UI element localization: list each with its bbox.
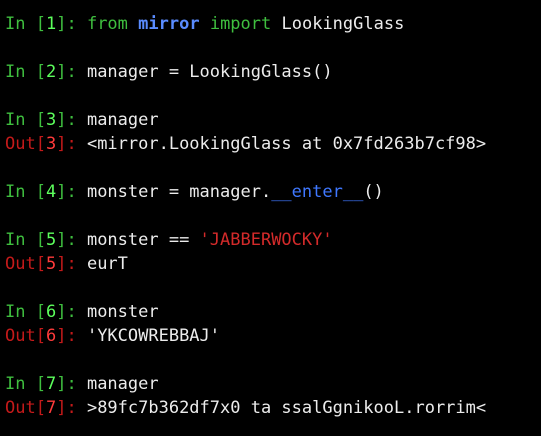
out-prompt-label: Out xyxy=(5,326,36,346)
in-prompt-number: 2 xyxy=(45,62,57,82)
out-prompt-number: 5 xyxy=(45,254,57,274)
imported-name: LookingGlass xyxy=(281,14,405,34)
input-code: manager xyxy=(86,110,159,130)
in-prompt-label: In xyxy=(5,62,36,82)
in-prompt-label: In xyxy=(5,302,36,322)
output-line-3: Out[3]: <mirror.LookingGlass at 0x7fd263… xyxy=(5,134,487,154)
input-line-2[interactable]: In [2]: manager = LookingGlass() xyxy=(5,60,537,84)
ipython-console: In [1]: from mirror import LookingGlass … xyxy=(5,12,537,420)
in-prompt-label: In xyxy=(5,374,36,394)
keyword-import: import xyxy=(209,14,272,34)
keyword-from: from xyxy=(86,14,128,34)
string-literal: 'JABBERWOCKY' xyxy=(199,230,333,250)
out-prompt-number: 7 xyxy=(45,398,57,418)
out-prompt-number: 6 xyxy=(45,326,57,346)
in-prompt-number: 5 xyxy=(45,230,57,250)
in-prompt-label: In xyxy=(5,110,36,130)
input-line-1[interactable]: In [1]: from mirror import LookingGlass xyxy=(5,12,537,36)
input-line-7[interactable]: In [7]: manager xyxy=(5,372,537,396)
input-line-5[interactable]: In [5]: monster == 'JABBERWOCKY' xyxy=(5,228,537,252)
prompt-bracket-close: ] xyxy=(56,14,67,34)
in-prompt-number: 7 xyxy=(45,374,57,394)
in-prompt-number: 1 xyxy=(45,14,57,34)
output-line-6: Out[6]: 'YKCOWREBBAJ' xyxy=(5,326,221,346)
input-code: monster == xyxy=(86,230,200,250)
in-prompt-label: In xyxy=(5,14,36,34)
in-prompt-number: 3 xyxy=(45,110,57,130)
input-code: monster = manager. xyxy=(86,182,272,202)
in-prompt-number: 6 xyxy=(45,302,57,322)
output-text: eurT xyxy=(86,254,128,274)
input-line-4[interactable]: In [4]: monster = manager.__enter__() xyxy=(5,180,537,204)
output-line-5: Out[5]: eurT xyxy=(5,254,128,274)
input-code: manager xyxy=(86,374,159,394)
output-line-7: Out[7]: >89fc7b362df7x0 ta ssalGgnikooL.… xyxy=(5,398,487,418)
input-line-6[interactable]: In [6]: monster xyxy=(5,300,537,324)
dunder-method: __enter__ xyxy=(271,182,364,202)
in-prompt-label: In xyxy=(5,230,36,250)
in-prompt-label: In xyxy=(5,182,36,202)
prompt-separator: : xyxy=(66,14,87,34)
prompt-bracket-open: [ xyxy=(35,14,46,34)
output-text: >89fc7b362df7x0 ta ssalGgnikooL.rorrim< xyxy=(86,398,487,418)
call-parens: () xyxy=(363,182,384,202)
input-code: monster xyxy=(86,302,159,322)
module-name: mirror xyxy=(138,14,200,34)
input-line-3[interactable]: In [3]: manager xyxy=(5,108,537,132)
out-prompt-label: Out xyxy=(5,254,36,274)
output-text: 'YKCOWREBBAJ' xyxy=(86,326,221,346)
out-prompt-label: Out xyxy=(5,398,36,418)
input-code: manager = LookingGlass() xyxy=(86,62,333,82)
in-prompt-number: 4 xyxy=(45,182,57,202)
output-text: <mirror.LookingGlass at 0x7fd263b7cf98> xyxy=(86,134,487,154)
out-prompt-number: 3 xyxy=(45,134,57,154)
out-prompt-label: Out xyxy=(5,134,36,154)
